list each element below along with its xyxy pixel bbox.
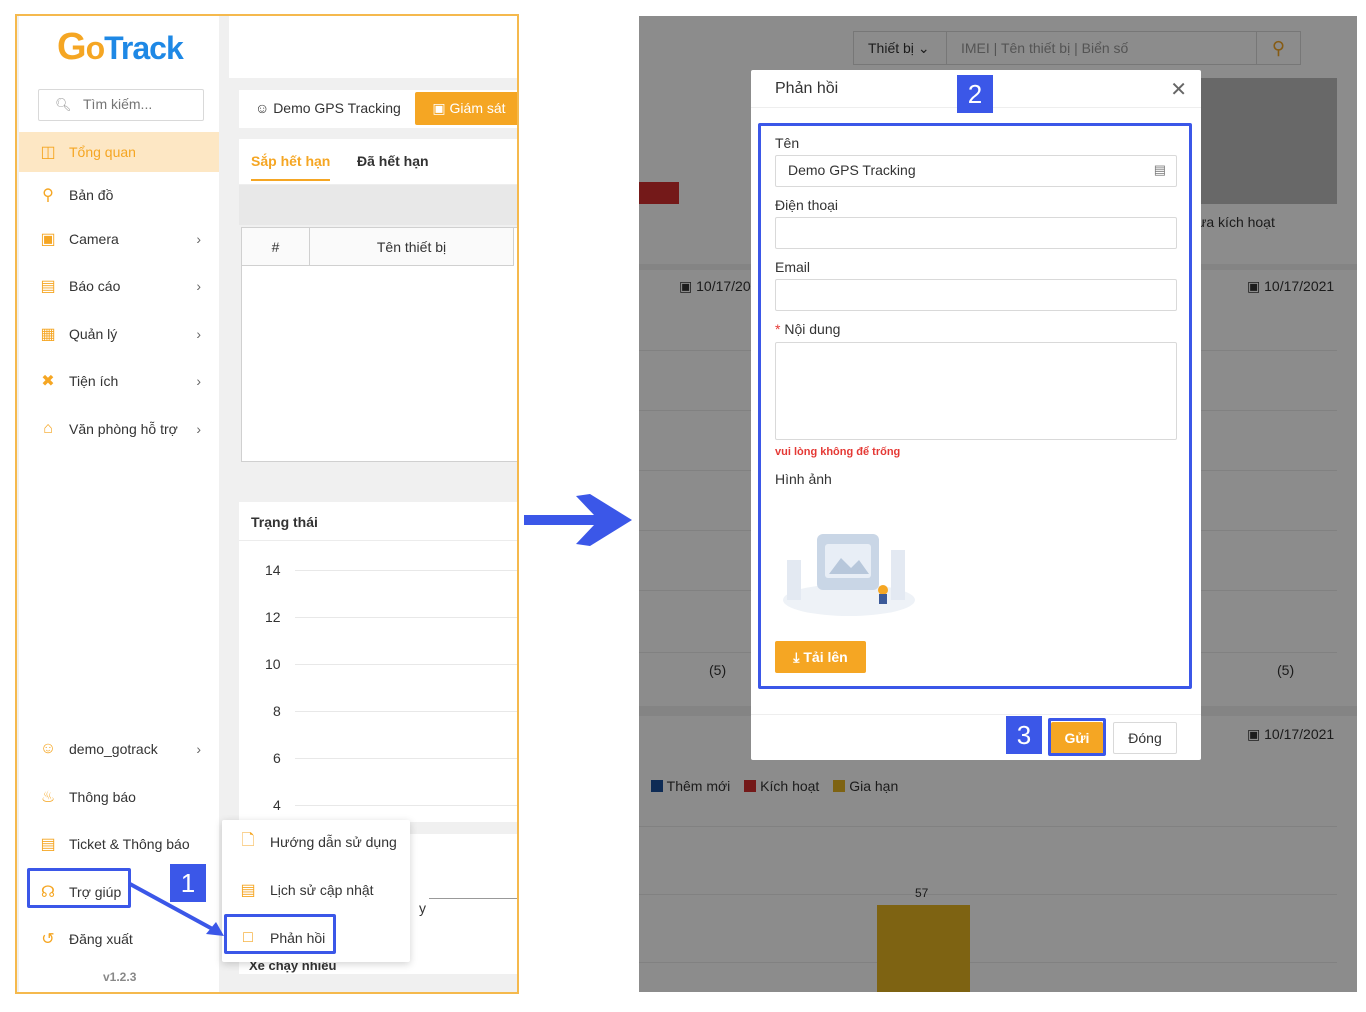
chevron-right-icon: ›	[196, 278, 201, 294]
status-chart-title: Trạng thái	[251, 514, 318, 530]
sidebar-search[interactable]: 🔍︎	[38, 89, 204, 121]
big-right-arrow	[524, 494, 632, 546]
tab-expired[interactable]: Đã hết hạn	[357, 153, 429, 169]
map-icon: ⚲	[42, 187, 54, 204]
callout-highlight-feedback	[224, 914, 336, 954]
sidebar-item-utilities[interactable]: ✖ Tiện ích ›	[19, 361, 219, 401]
tab-expiring-soon[interactable]: Sắp hết hạn	[251, 153, 331, 181]
chevron-right-icon: ›	[196, 421, 201, 437]
status-chart-card: Trạng thái 14 12 10 8 6 4	[239, 502, 517, 822]
report-icon: ▤	[40, 278, 56, 295]
gridline	[295, 758, 517, 759]
callout-highlight-form	[758, 123, 1192, 689]
bell-icon: ♨	[40, 789, 56, 806]
grid-icon: ▦	[40, 326, 56, 343]
user-icon: ☺	[39, 740, 57, 757]
ticket-icon: ▤	[40, 836, 56, 853]
axis-line	[429, 898, 517, 899]
callout-badge-3: 3	[1006, 716, 1042, 754]
chevron-right-icon: ›	[196, 326, 201, 342]
y-tick: 6	[273, 750, 281, 766]
sidebar-item-user[interactable]: ☺ demo_gotrack ›	[19, 729, 219, 769]
chevron-right-icon: ›	[196, 741, 201, 757]
sidebar-item-map[interactable]: ⚲ Bản đồ	[19, 175, 219, 215]
callout-arrow	[129, 882, 224, 936]
divider	[239, 540, 517, 541]
sidebar-search-input[interactable]	[83, 96, 193, 112]
user-bar: ☺ Demo GPS Tracking ▣ Giám sát	[239, 90, 517, 128]
y-tick: 4	[273, 797, 281, 813]
sidebar: GoTrack 🔍︎ ◫ Tổng quan ⚲ Bản đồ ▣ Camera…	[19, 16, 219, 992]
table-header-index: #	[242, 228, 310, 266]
table-header-device-name: Tên thiết bị	[310, 228, 514, 266]
sidebar-item-ticket[interactable]: ▤ Ticket & Thông báo	[19, 824, 219, 864]
y-tick: 10	[265, 656, 281, 672]
gridline	[295, 664, 517, 665]
y-tick: 8	[273, 703, 281, 719]
gridline	[295, 711, 517, 712]
user-icon: ☺	[255, 100, 270, 116]
tools-icon: ✖	[41, 373, 55, 390]
expiry-tabs: Sắp hết hạn Đã hết hạn	[239, 139, 517, 185]
submenu-item-update-history[interactable]: ▤ Lịch sử cập nhật	[222, 870, 410, 910]
callout-highlight-help	[27, 868, 131, 908]
device-table: # Tên thiết bị	[241, 227, 517, 462]
callout-highlight-send	[1048, 718, 1106, 756]
chevron-right-icon: ›	[196, 373, 201, 389]
logout-icon: ↺	[41, 931, 55, 948]
document-icon: 🗋︎	[241, 831, 255, 849]
y-tick: 14	[265, 562, 281, 578]
store-icon: ⌂	[43, 420, 53, 437]
partial-label: y	[419, 900, 426, 916]
gridline	[295, 617, 517, 618]
dashboard-icon: ◫	[40, 144, 56, 161]
gridline	[295, 570, 517, 571]
sidebar-item-support-office[interactable]: ⌂ Văn phòng hỗ trợ ›	[19, 409, 219, 449]
search-icon: 🔍︎	[55, 97, 72, 112]
submenu-item-user-guide[interactable]: 🗋︎ Hướng dẫn sử dụng	[222, 822, 410, 862]
close-icon[interactable]: ✕	[1170, 77, 1187, 102]
sidebar-item-manage[interactable]: ▦ Quản lý ›	[19, 314, 219, 354]
y-tick: 12	[265, 609, 281, 625]
callout-badge-2: 2	[957, 75, 993, 113]
app-version: v1.2.3	[103, 970, 137, 984]
chevron-right-icon: ›	[196, 231, 201, 247]
monitor-icon: ▣	[432, 100, 446, 116]
camera-icon: ▣	[40, 231, 56, 248]
sidebar-item-notifications[interactable]: ♨ Thông báo	[19, 777, 219, 817]
sidebar-item-camera[interactable]: ▣ Camera ›	[19, 219, 219, 259]
sidebar-item-overview[interactable]: ◫ Tổng quan	[19, 132, 219, 172]
monitor-button[interactable]: ▣ Giám sát	[415, 92, 517, 125]
sidebar-item-report[interactable]: ▤ Báo cáo ›	[19, 266, 219, 306]
history-icon: ▤	[240, 882, 256, 899]
current-user: ☺ Demo GPS Tracking	[255, 100, 401, 116]
filter-band	[239, 185, 517, 225]
top-bar	[229, 16, 517, 78]
modal-title: Phản hồi	[775, 80, 839, 97]
close-button[interactable]: Đóng	[1113, 722, 1177, 754]
gridline	[295, 805, 517, 806]
gotrack-logo: GoTrack	[57, 26, 184, 68]
modal-footer-divider	[751, 714, 1201, 715]
